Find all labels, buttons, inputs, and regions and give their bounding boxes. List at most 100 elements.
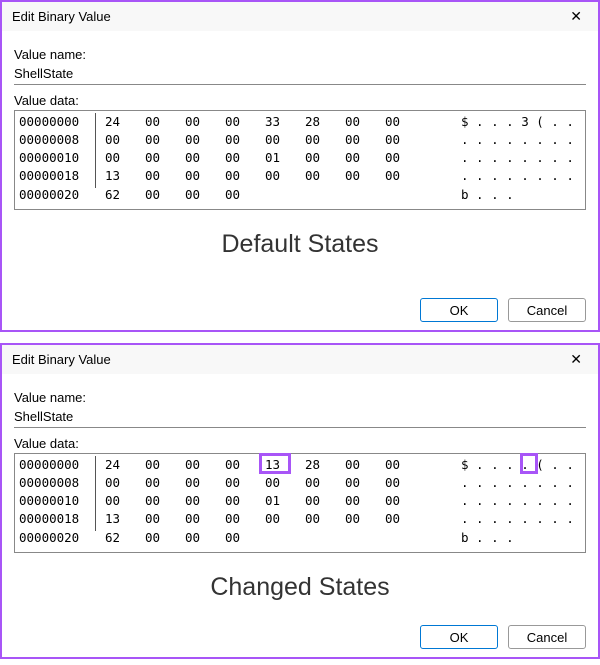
hex-byte[interactable]: 00 — [145, 492, 185, 510]
hex-offset: 00000000 — [19, 113, 95, 131]
hex-byte[interactable]: 00 — [105, 474, 145, 492]
hex-byte[interactable]: 00 — [145, 149, 185, 167]
hex-byte[interactable]: 00 — [385, 113, 425, 131]
hex-byte[interactable]: 00 — [185, 113, 225, 131]
hex-byte[interactable]: 33 — [265, 113, 305, 131]
dialog-body: Value name: ShellState Value data: 00000… — [2, 31, 598, 259]
hex-byte[interactable]: 00 — [145, 131, 185, 149]
hex-byte[interactable]: 00 — [185, 186, 225, 204]
hex-byte[interactable]: 00 — [385, 510, 425, 528]
close-icon[interactable]: ✕ — [564, 351, 588, 368]
hex-byte[interactable]: 00 — [225, 149, 265, 167]
hex-ascii: . . . . . . . . — [461, 167, 581, 185]
hex-byte[interactable]: 00 — [345, 492, 385, 510]
hex-byte[interactable]: 00 — [305, 492, 345, 510]
hex-byte[interactable]: 00 — [385, 456, 425, 474]
hex-byte[interactable]: 00 — [265, 510, 305, 528]
hex-byte[interactable]: 00 — [105, 492, 145, 510]
hex-row: 000000002400000013280000$ . . . . ( . . — [19, 456, 581, 474]
dialog-title: Edit Binary Value — [12, 352, 111, 367]
hex-byte[interactable]: 01 — [265, 492, 305, 510]
hex-byte[interactable]: 00 — [225, 186, 265, 204]
hex-byte[interactable]: 00 — [305, 131, 345, 149]
cancel-button[interactable]: Cancel — [508, 625, 586, 649]
hex-byte[interactable]: 00 — [225, 474, 265, 492]
hex-byte[interactable]: 00 — [265, 131, 305, 149]
value-name-field[interactable]: ShellState — [14, 407, 586, 428]
hex-byte[interactable]: 00 — [225, 113, 265, 131]
hex-bytes: 1300000000000000 — [95, 510, 461, 528]
hex-byte[interactable]: 00 — [225, 529, 265, 547]
value-data-label: Value data: — [14, 436, 586, 451]
hex-byte[interactable]: 00 — [385, 167, 425, 185]
hex-byte[interactable]: 00 — [145, 474, 185, 492]
value-name-field[interactable]: ShellState — [14, 64, 586, 85]
hex-byte[interactable]: 00 — [185, 529, 225, 547]
titlebar: Edit Binary Value ✕ — [2, 345, 598, 374]
hex-byte[interactable]: 00 — [385, 474, 425, 492]
hex-byte[interactable]: 00 — [305, 510, 345, 528]
hex-byte[interactable]: 00 — [185, 167, 225, 185]
hex-byte[interactable]: 13 — [105, 510, 145, 528]
value-name-label: Value name: — [14, 390, 586, 405]
button-row: OK Cancel — [420, 298, 586, 322]
hex-byte[interactable]: 62 — [105, 529, 145, 547]
hex-byte[interactable]: 00 — [305, 167, 345, 185]
hex-byte[interactable]: 00 — [345, 113, 385, 131]
hex-byte[interactable]: 00 — [385, 131, 425, 149]
hex-offset: 00000010 — [19, 149, 95, 167]
hex-byte[interactable]: 00 — [225, 456, 265, 474]
hex-offset: 00000000 — [19, 456, 95, 474]
hex-byte[interactable]: 28 — [305, 113, 345, 131]
hex-editor[interactable]: 000000002400000013280000$ . . . . ( . .0… — [14, 453, 586, 553]
hex-byte[interactable]: 28 — [305, 456, 345, 474]
hex-byte[interactable]: 00 — [185, 492, 225, 510]
hex-byte[interactable]: 00 — [145, 529, 185, 547]
hex-byte[interactable]: 00 — [185, 456, 225, 474]
hex-byte[interactable]: 00 — [225, 167, 265, 185]
hex-byte[interactable]: 00 — [385, 149, 425, 167]
hex-byte[interactable]: 13 — [105, 167, 145, 185]
hex-byte[interactable]: 00 — [305, 149, 345, 167]
ok-button[interactable]: OK — [420, 298, 498, 322]
hex-byte[interactable]: 00 — [145, 167, 185, 185]
cancel-button[interactable]: Cancel — [508, 298, 586, 322]
hex-bytes: 62000000 — [95, 186, 461, 204]
close-icon[interactable]: ✕ — [564, 8, 588, 25]
hex-byte[interactable]: 00 — [185, 510, 225, 528]
hex-byte[interactable]: 24 — [105, 456, 145, 474]
hex-byte[interactable]: 00 — [145, 186, 185, 204]
hex-editor[interactable]: 000000002400000033280000$ . . . 3 ( . .0… — [14, 110, 586, 210]
hex-byte[interactable]: 62 — [105, 186, 145, 204]
hex-byte[interactable]: 00 — [145, 456, 185, 474]
hex-byte[interactable]: 00 — [265, 167, 305, 185]
hex-offset: 00000008 — [19, 474, 95, 492]
hex-byte[interactable]: 24 — [105, 113, 145, 131]
hex-byte[interactable]: 00 — [185, 131, 225, 149]
hex-byte[interactable]: 00 — [385, 492, 425, 510]
titlebar: Edit Binary Value ✕ — [2, 2, 598, 31]
hex-byte[interactable]: 00 — [265, 474, 305, 492]
hex-byte[interactable]: 00 — [185, 474, 225, 492]
hex-byte[interactable]: 00 — [305, 474, 345, 492]
hex-byte[interactable]: 01 — [265, 149, 305, 167]
hex-byte[interactable]: 00 — [105, 149, 145, 167]
hex-byte[interactable]: 00 — [345, 149, 385, 167]
hex-offset: 00000018 — [19, 510, 95, 528]
hex-byte[interactable]: 13 — [265, 456, 305, 474]
hex-byte[interactable]: 00 — [145, 510, 185, 528]
hex-byte[interactable]: 00 — [145, 113, 185, 131]
hex-byte[interactable]: 00 — [345, 510, 385, 528]
hex-byte[interactable]: 00 — [345, 474, 385, 492]
hex-byte[interactable]: 00 — [185, 149, 225, 167]
hex-ascii: . . . . . . . . — [461, 474, 581, 492]
hex-byte[interactable]: 00 — [345, 131, 385, 149]
hex-byte[interactable]: 00 — [345, 167, 385, 185]
ok-button[interactable]: OK — [420, 625, 498, 649]
hex-bytes: 0000000000000000 — [95, 131, 461, 149]
hex-byte[interactable]: 00 — [225, 492, 265, 510]
hex-byte[interactable]: 00 — [345, 456, 385, 474]
hex-byte[interactable]: 00 — [225, 131, 265, 149]
hex-byte[interactable]: 00 — [225, 510, 265, 528]
hex-byte[interactable]: 00 — [105, 131, 145, 149]
